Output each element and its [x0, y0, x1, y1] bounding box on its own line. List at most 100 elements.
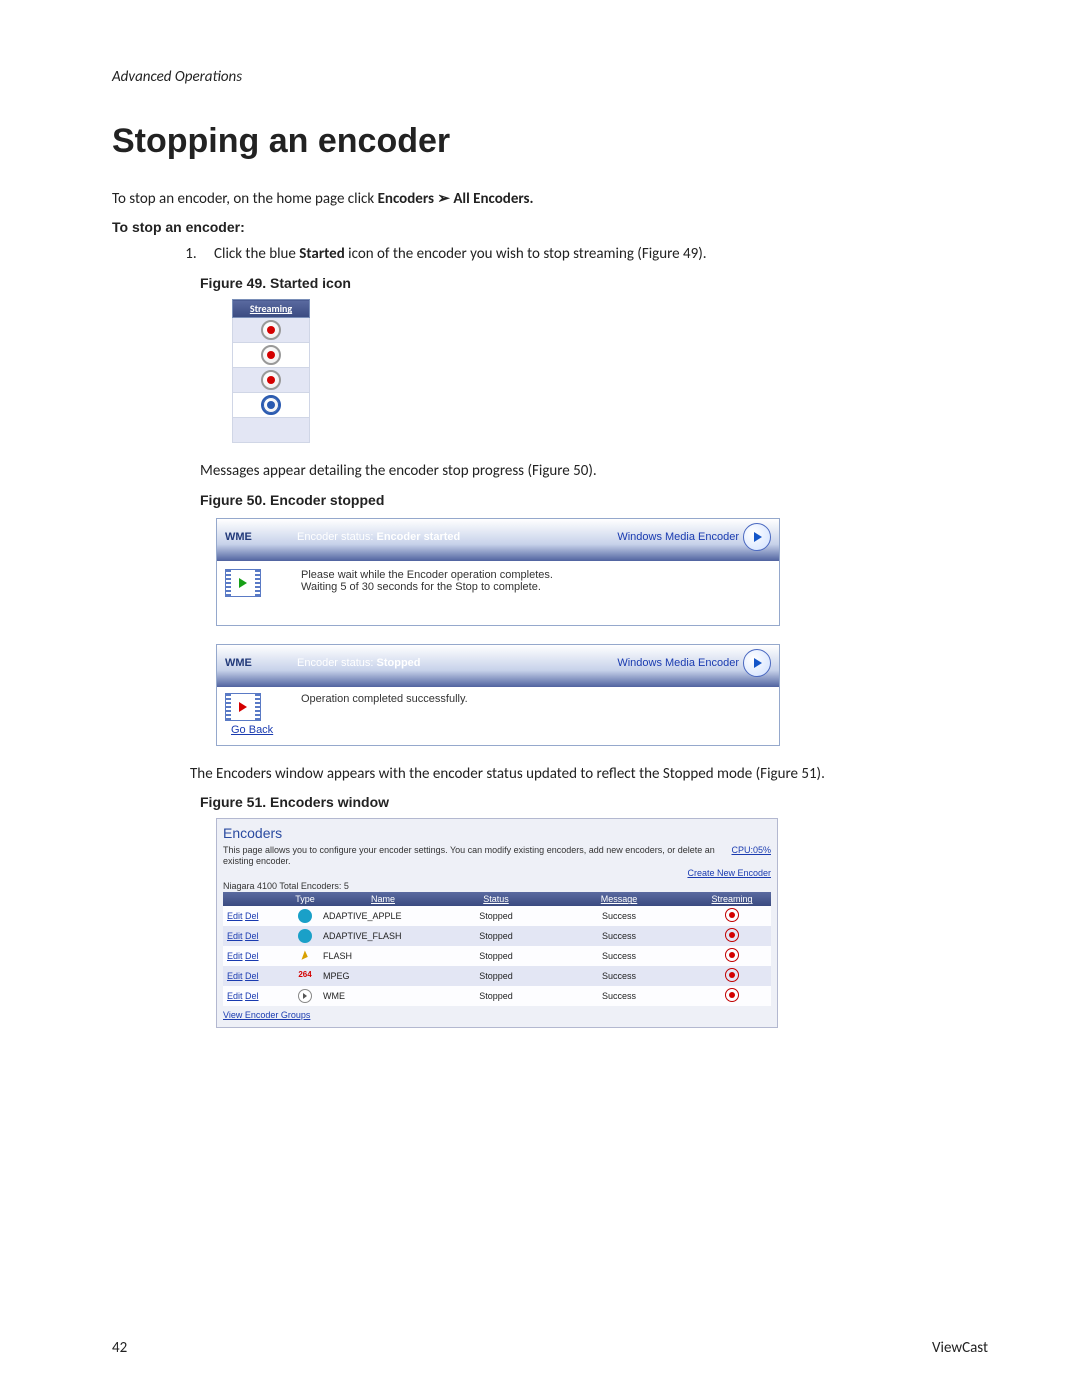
intro-text: To stop an encoder, on the home page cli… [112, 189, 988, 209]
panel2-body: Operation completed successfully. Go Bac… [217, 687, 779, 745]
encoder-status-panel-started: WME Encoder status: Encoder started Wind… [216, 518, 780, 626]
enc-name: ADAPTIVE_APPLE [319, 906, 447, 926]
col-message[interactable]: Message [545, 892, 693, 906]
streaming-icon[interactable] [725, 988, 739, 1002]
enc-status: Stopped [447, 986, 545, 1006]
panel2-name: WME [225, 657, 297, 669]
fig49-row-4 [233, 393, 310, 418]
figure-49-caption: Figure 49. Started icon [200, 275, 988, 291]
step1-bold: Started [299, 245, 345, 263]
view-encoder-groups-link[interactable]: View Encoder Groups [223, 1010, 310, 1020]
fig49-row-3 [233, 368, 310, 393]
enc-status: Stopped [447, 966, 545, 986]
film-stopped-icon [225, 693, 261, 721]
del-link[interactable]: Del [245, 971, 259, 981]
encoders-table: Type Name Status Message Streaming Edit … [223, 892, 771, 1006]
record-icon[interactable] [261, 370, 281, 390]
enc-name: WME [319, 986, 447, 1006]
encoders-title: Encoders [223, 825, 771, 841]
encoders-desc: This page allows you to configure your e… [223, 845, 727, 867]
enc-status: Stopped [447, 906, 545, 926]
type-icon [298, 909, 312, 923]
del-link[interactable]: Del [245, 951, 259, 961]
step1-suffix: icon of the encoder you wish to stop str… [345, 245, 707, 263]
panel2-status: Encoder status: Stopped [297, 657, 617, 669]
table-row: Edit Del ADAPTIVE_FLASH Stopped Success [223, 926, 771, 946]
footer-brand: ViewCast [932, 1339, 988, 1357]
del-link[interactable]: Del [245, 991, 259, 1001]
steps-list: Click the blue Started icon of the encod… [112, 245, 988, 263]
edit-link[interactable]: Edit [227, 991, 243, 1001]
fig49-row-5 [233, 418, 310, 443]
panel2-status-label: Encoder status: [297, 657, 377, 669]
stop-indicator-icon [239, 702, 247, 712]
type-mpeg-icon [298, 969, 312, 983]
play-triangle-icon [239, 578, 247, 588]
after-panels-text: The Encoders window appears with the enc… [190, 764, 988, 784]
enc-message: Success [545, 906, 693, 926]
fig49-row-2 [233, 343, 310, 368]
streaming-icon[interactable] [725, 948, 739, 962]
step-1: Click the blue Started icon of the encod… [200, 245, 988, 263]
create-new-encoder-link[interactable]: Create New Encoder [687, 868, 771, 878]
started-icon[interactable] [261, 395, 281, 415]
record-icon[interactable] [261, 320, 281, 340]
edit-link[interactable]: Edit [227, 971, 243, 981]
table-row: Edit Del FLASH Stopped Success [223, 946, 771, 966]
panel1-line1: Please wait while the Encoder operation … [301, 569, 553, 581]
streaming-icon[interactable] [725, 908, 739, 922]
type-wme-icon [298, 989, 312, 1003]
type-icon [298, 929, 312, 943]
enc-status: Stopped [447, 926, 545, 946]
intro-encoders: Encoders [378, 190, 434, 208]
table-row: Edit Del ADAPTIVE_APPLE Stopped Success [223, 906, 771, 926]
enc-message: Success [545, 986, 693, 1006]
table-header-row: Type Name Status Message Streaming [223, 892, 771, 906]
col-name[interactable]: Name [319, 892, 447, 906]
table-row: Edit Del MPEG Stopped Success [223, 966, 771, 986]
page-footer: 42 ViewCast [112, 1339, 988, 1357]
intro-prefix: To stop an encoder, on the home page cli… [112, 190, 378, 208]
enc-name: FLASH [319, 946, 447, 966]
panel2-right-label: Windows Media Encoder [617, 657, 739, 669]
cpu-link[interactable]: CPU:05% [731, 845, 771, 855]
page-number: 42 [112, 1339, 127, 1357]
del-link[interactable]: Del [245, 931, 259, 941]
edit-link[interactable]: Edit [227, 951, 243, 961]
col-status[interactable]: Status [447, 892, 545, 906]
enc-name: MPEG [319, 966, 447, 986]
panel1-status-value: Encoder started [377, 531, 461, 543]
panel2-text: Operation completed successfully. [301, 693, 468, 721]
streaming-icon[interactable] [725, 928, 739, 942]
enc-message: Success [545, 946, 693, 966]
enc-message: Success [545, 966, 693, 986]
enc-status: Stopped [447, 946, 545, 966]
go-back-link[interactable]: Go Back [225, 721, 771, 739]
intro-arrow: ➢ [434, 190, 453, 208]
enc-name: ADAPTIVE_FLASH [319, 926, 447, 946]
del-link[interactable]: Del [245, 911, 259, 921]
document-page: Advanced Operations Stopping an encoder … [0, 0, 1080, 1397]
play-icon[interactable] [743, 649, 771, 677]
edit-link[interactable]: Edit [227, 931, 243, 941]
fig49-row-1 [233, 318, 310, 343]
messages-text: Messages appear detailing the encoder st… [200, 461, 988, 481]
panel1-status-label: Encoder status: [297, 531, 377, 543]
intro-all-encoders: All Encoders. [453, 190, 533, 208]
streaming-icon[interactable] [725, 968, 739, 982]
play-icon[interactable] [743, 523, 771, 551]
type-flash-icon [301, 951, 309, 962]
total-encoders: Niagara 4100 Total Encoders: 5 [223, 881, 771, 891]
edit-link[interactable]: Edit [227, 911, 243, 921]
col-streaming[interactable]: Streaming [693, 892, 771, 906]
page-title: Stopping an encoder [112, 122, 988, 161]
encoder-status-panel-stopped: WME Encoder status: Stopped Windows Medi… [216, 644, 780, 746]
panel2-status-value: Stopped [377, 657, 421, 669]
fig49-header: Streaming [233, 300, 310, 318]
subheading: To stop an encoder: [112, 219, 988, 235]
panel2-header: WME Encoder status: Stopped Windows Medi… [217, 645, 779, 687]
col-type[interactable]: Type [291, 892, 319, 906]
record-icon[interactable] [261, 345, 281, 365]
panel1-header: WME Encoder status: Encoder started Wind… [217, 519, 779, 561]
section-header: Advanced Operations [112, 68, 988, 86]
